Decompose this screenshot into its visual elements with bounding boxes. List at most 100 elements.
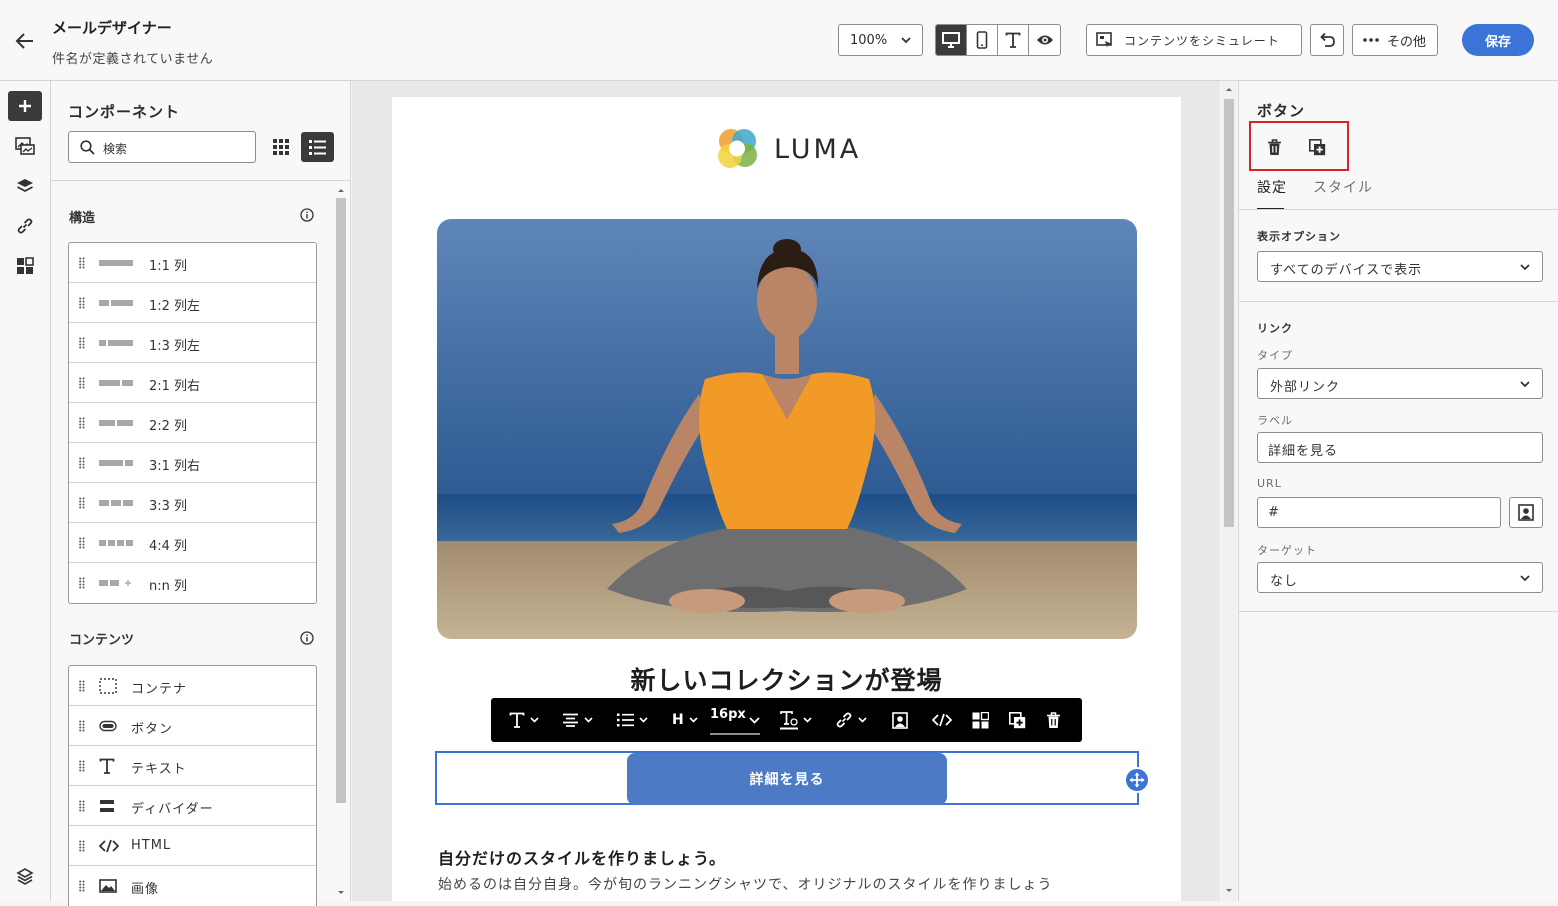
duplicate-component-button[interactable]: [1306, 136, 1328, 158]
back-arrow-icon[interactable]: [12, 28, 38, 54]
mobile-icon: [976, 31, 988, 49]
canvas-scrollbar[interactable]: [1222, 81, 1236, 901]
structure-item-label: 3:3 列: [149, 499, 188, 514]
assets-button[interactable]: [8, 131, 42, 161]
scroll-up-icon: [338, 189, 344, 192]
structure-item-1-2-left[interactable]: 1:2 列左: [69, 283, 316, 323]
mobile-view-button[interactable]: [967, 25, 998, 55]
link-type-select[interactable]: 外部リンク: [1257, 368, 1543, 399]
hero-image[interactable]: [437, 219, 1137, 639]
chevron-down-icon: [639, 717, 648, 723]
structure-item-n-n[interactable]: n:n 列: [69, 563, 316, 603]
info-icon[interactable]: [300, 208, 314, 222]
structure-item-3-1-right[interactable]: 3:1 列右: [69, 443, 316, 483]
scroll-thumb[interactable]: [336, 198, 346, 803]
content-item-image[interactable]: 画像: [69, 866, 316, 906]
info-icon[interactable]: [300, 631, 314, 645]
cta-button[interactable]: 詳細を見る: [627, 753, 947, 805]
content-item-button[interactable]: ボタン: [69, 706, 316, 746]
simulate-content-button[interactable]: コンテンツをシミュレート: [1086, 24, 1302, 56]
tab-settings[interactable]: 設定: [1257, 177, 1287, 197]
layers-button[interactable]: [8, 171, 42, 201]
font-style-dropdown[interactable]: [509, 708, 539, 732]
target-select[interactable]: なし: [1257, 562, 1543, 593]
zoom-select[interactable]: 100%: [838, 24, 923, 56]
undo-button[interactable]: [1310, 24, 1344, 56]
simulate-label: コンテンツをシミュレート: [1124, 33, 1280, 48]
structure-item-1-3-left[interactable]: 1:3 列左: [69, 323, 316, 363]
structure-item-4-4[interactable]: 4:4 列: [69, 523, 316, 563]
heading-label: H: [672, 712, 684, 728]
source-code-button[interactable]: [932, 708, 952, 732]
save-fragment-button[interactable]: [972, 708, 989, 732]
divider: [1239, 209, 1558, 210]
content-item-divider[interactable]: ディバイダー: [69, 786, 316, 826]
font-size-dropdown[interactable]: [749, 708, 760, 732]
chevron-down-icon: [803, 717, 812, 723]
structure-item-label: 3:1 列右: [149, 459, 201, 474]
tab-style[interactable]: スタイル: [1313, 177, 1373, 197]
add-components-button[interactable]: [8, 91, 42, 121]
search-input[interactable]: 検索: [68, 131, 256, 163]
structure-item-label: 2:1 列右: [149, 379, 201, 394]
structure-item-2-1-right[interactable]: 2:1 列右: [69, 363, 316, 403]
delete-component-button[interactable]: [1263, 136, 1285, 158]
columns-n-n-icon: [99, 576, 133, 590]
divider: [51, 180, 350, 181]
label-input[interactable]: 詳細を見る: [1257, 432, 1543, 463]
move-arrows-icon: [1129, 772, 1145, 788]
layers-icon: [16, 177, 34, 195]
text-view-button[interactable]: [998, 25, 1029, 55]
move-handle[interactable]: [1124, 767, 1150, 793]
display-options-select[interactable]: すべてのデバイスで表示: [1257, 251, 1543, 282]
components-scrollbar[interactable]: [335, 184, 347, 901]
drag-handle-icon: [79, 840, 85, 852]
chevron-down-icon: [1519, 378, 1531, 390]
structure-item-1-1[interactable]: 1:1 列: [69, 243, 316, 283]
duplicate-button[interactable]: [1009, 708, 1026, 732]
trash-icon: [1046, 711, 1061, 729]
link-dropdown[interactable]: [835, 708, 867, 732]
structure-item-2-2[interactable]: 2:2 列: [69, 403, 316, 443]
content-item-container[interactable]: コンテナ: [69, 666, 316, 706]
drag-handle-icon: [79, 880, 85, 892]
list-view-toggle[interactable]: [301, 132, 334, 162]
content-item-text[interactable]: テキスト: [69, 746, 316, 786]
chevron-down-icon: [900, 34, 912, 46]
grid-view-toggle[interactable]: [267, 132, 295, 162]
properties-title: ボタン: [1257, 102, 1306, 120]
fragments-button[interactable]: [8, 251, 42, 281]
url-input[interactable]: #: [1257, 497, 1501, 528]
drag-handle-icon: [79, 497, 85, 509]
structure-list: 1:1 列 1:2 列左 1:3 列左 2:1 列右 2:2 列 3:1 列右: [68, 242, 317, 604]
content-item-label: HTML: [131, 838, 172, 853]
email-headline[interactable]: 新しいコレクションが登場: [392, 661, 1181, 697]
plus-icon: [18, 99, 32, 113]
section-body-text[interactable]: 始めるのは自分自身。今が旬のランニングシャツで、オリジナルのスタイルを作りましょ…: [438, 874, 1052, 894]
luma-logo[interactable]: LUMA: [714, 126, 861, 172]
save-button[interactable]: 保存: [1462, 24, 1534, 56]
section-subheading[interactable]: 自分だけのスタイルを作りましょう。: [438, 845, 726, 869]
links-button[interactable]: [8, 211, 42, 241]
heading-dropdown[interactable]: H: [672, 708, 698, 732]
link-section-label: リンク: [1257, 322, 1293, 335]
left-rail: [0, 81, 51, 901]
image-gallery-icon: [15, 137, 35, 155]
personalization-button[interactable]: [892, 708, 908, 732]
search-text: 検索: [103, 142, 128, 156]
scroll-thumb[interactable]: [1224, 99, 1234, 527]
delete-button[interactable]: [1046, 708, 1061, 732]
content-item-html[interactable]: HTML: [69, 826, 316, 866]
align-dropdown[interactable]: [562, 708, 593, 732]
desktop-view-button[interactable]: [936, 25, 967, 55]
structure-item-3-3[interactable]: 3:3 列: [69, 483, 316, 523]
list-dropdown[interactable]: [617, 708, 648, 732]
more-button[interactable]: その他: [1352, 24, 1438, 56]
text-color-dropdown[interactable]: [779, 708, 812, 732]
layers-bottom-button[interactable]: [8, 861, 42, 891]
drag-handle-icon: [79, 337, 85, 349]
url-personalize-button[interactable]: [1509, 497, 1543, 528]
components-heading: コンポーネント: [68, 103, 181, 121]
preview-button[interactable]: [1029, 25, 1060, 55]
container-icon: [99, 678, 117, 694]
